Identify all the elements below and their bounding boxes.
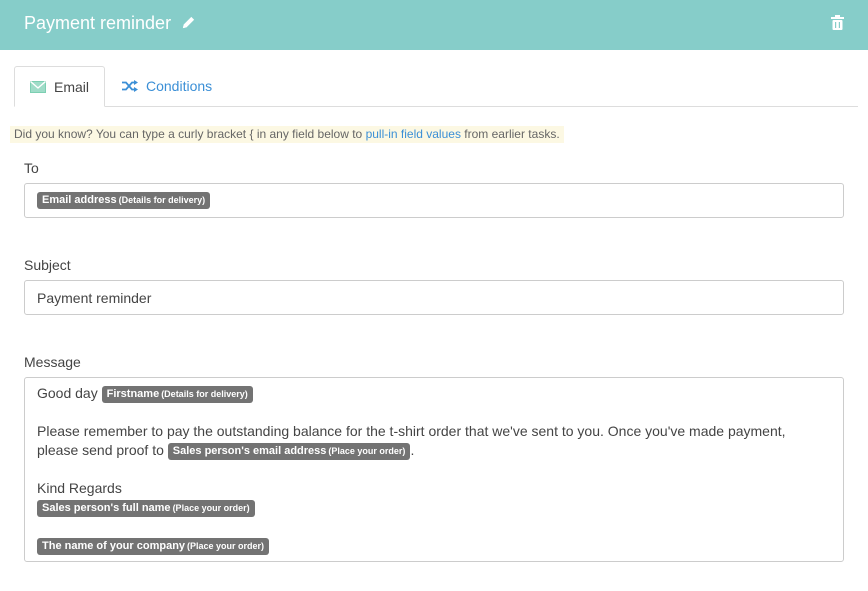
- field-chip-firstname[interactable]: Firstname (Details for delivery): [101, 385, 253, 403]
- tab-bar: Email Conditions: [14, 66, 858, 107]
- message-label: Message: [24, 354, 81, 370]
- chip-source: (Place your order): [328, 445, 406, 456]
- tip-banner: Did you know? You can type a curly brack…: [10, 126, 564, 143]
- field-chip-email-address[interactable]: Email address (Details for delivery): [37, 192, 211, 210]
- field-chip-sales-person-full-name[interactable]: Sales person's full name (Place your orde…: [37, 499, 255, 517]
- shuffle-icon: [122, 80, 138, 92]
- pencil-icon[interactable]: [181, 15, 196, 30]
- message-field[interactable]: Good day Firstname (Details for delivery)…: [24, 377, 844, 562]
- chip-source: (Details for delivery): [118, 195, 206, 206]
- to-label: To: [24, 160, 39, 176]
- signature-line-2: The name of your company (Place your orde…: [37, 536, 270, 555]
- subject-label: Subject: [24, 257, 71, 273]
- to-field[interactable]: Email address (Details for delivery): [24, 183, 844, 218]
- tip-text-after: from earlier tasks.: [464, 127, 560, 141]
- greeting-text: Good day: [37, 385, 98, 401]
- message-body-line-1: Please remember to pay the outstanding b…: [37, 423, 786, 439]
- tab-email-label: Email: [54, 78, 90, 95]
- message-greeting-line: Good day Firstname (Details for delivery): [37, 384, 253, 403]
- chip-label: Sales person's full name: [42, 501, 171, 514]
- chip-label: Sales person's email address: [172, 444, 327, 457]
- task-title[interactable]: Payment reminder: [24, 12, 171, 34]
- header-bar: Payment reminder: [0, 0, 868, 50]
- chip-label: Firstname: [106, 387, 160, 400]
- chip-label: Email address: [42, 194, 117, 207]
- envelope-icon: [30, 80, 46, 93]
- subject-value: Payment reminder: [37, 290, 152, 306]
- tip-text-before: Did you know? You can type a curly brack…: [14, 127, 363, 141]
- field-chip-company-name[interactable]: The name of your company (Place your orde…: [37, 537, 270, 555]
- chip-label: The name of your company: [42, 539, 186, 552]
- trash-icon[interactable]: [831, 15, 844, 30]
- field-chip-sales-person-email[interactable]: Sales person's email address (Place your …: [167, 442, 411, 460]
- line2-prefix: please send proof to: [37, 442, 164, 458]
- tab-conditions[interactable]: Conditions: [122, 66, 212, 106]
- tab-email[interactable]: Email: [14, 66, 105, 107]
- chip-source: (Place your order): [187, 540, 265, 551]
- line2-suffix: .: [410, 442, 415, 458]
- regards-text: Kind Regards: [37, 480, 122, 496]
- pull-in-field-values-link[interactable]: pull-in field values: [366, 127, 461, 141]
- tab-conditions-label: Conditions: [146, 78, 213, 94]
- signature-line-1: Sales person's full name (Place your orde…: [37, 498, 255, 517]
- message-body-line-2: please send proof to Sales person's emai…: [37, 441, 414, 460]
- subject-field[interactable]: Payment reminder: [24, 280, 844, 315]
- chip-source: (Place your order): [172, 502, 250, 513]
- chip-source: (Details for delivery): [161, 388, 248, 399]
